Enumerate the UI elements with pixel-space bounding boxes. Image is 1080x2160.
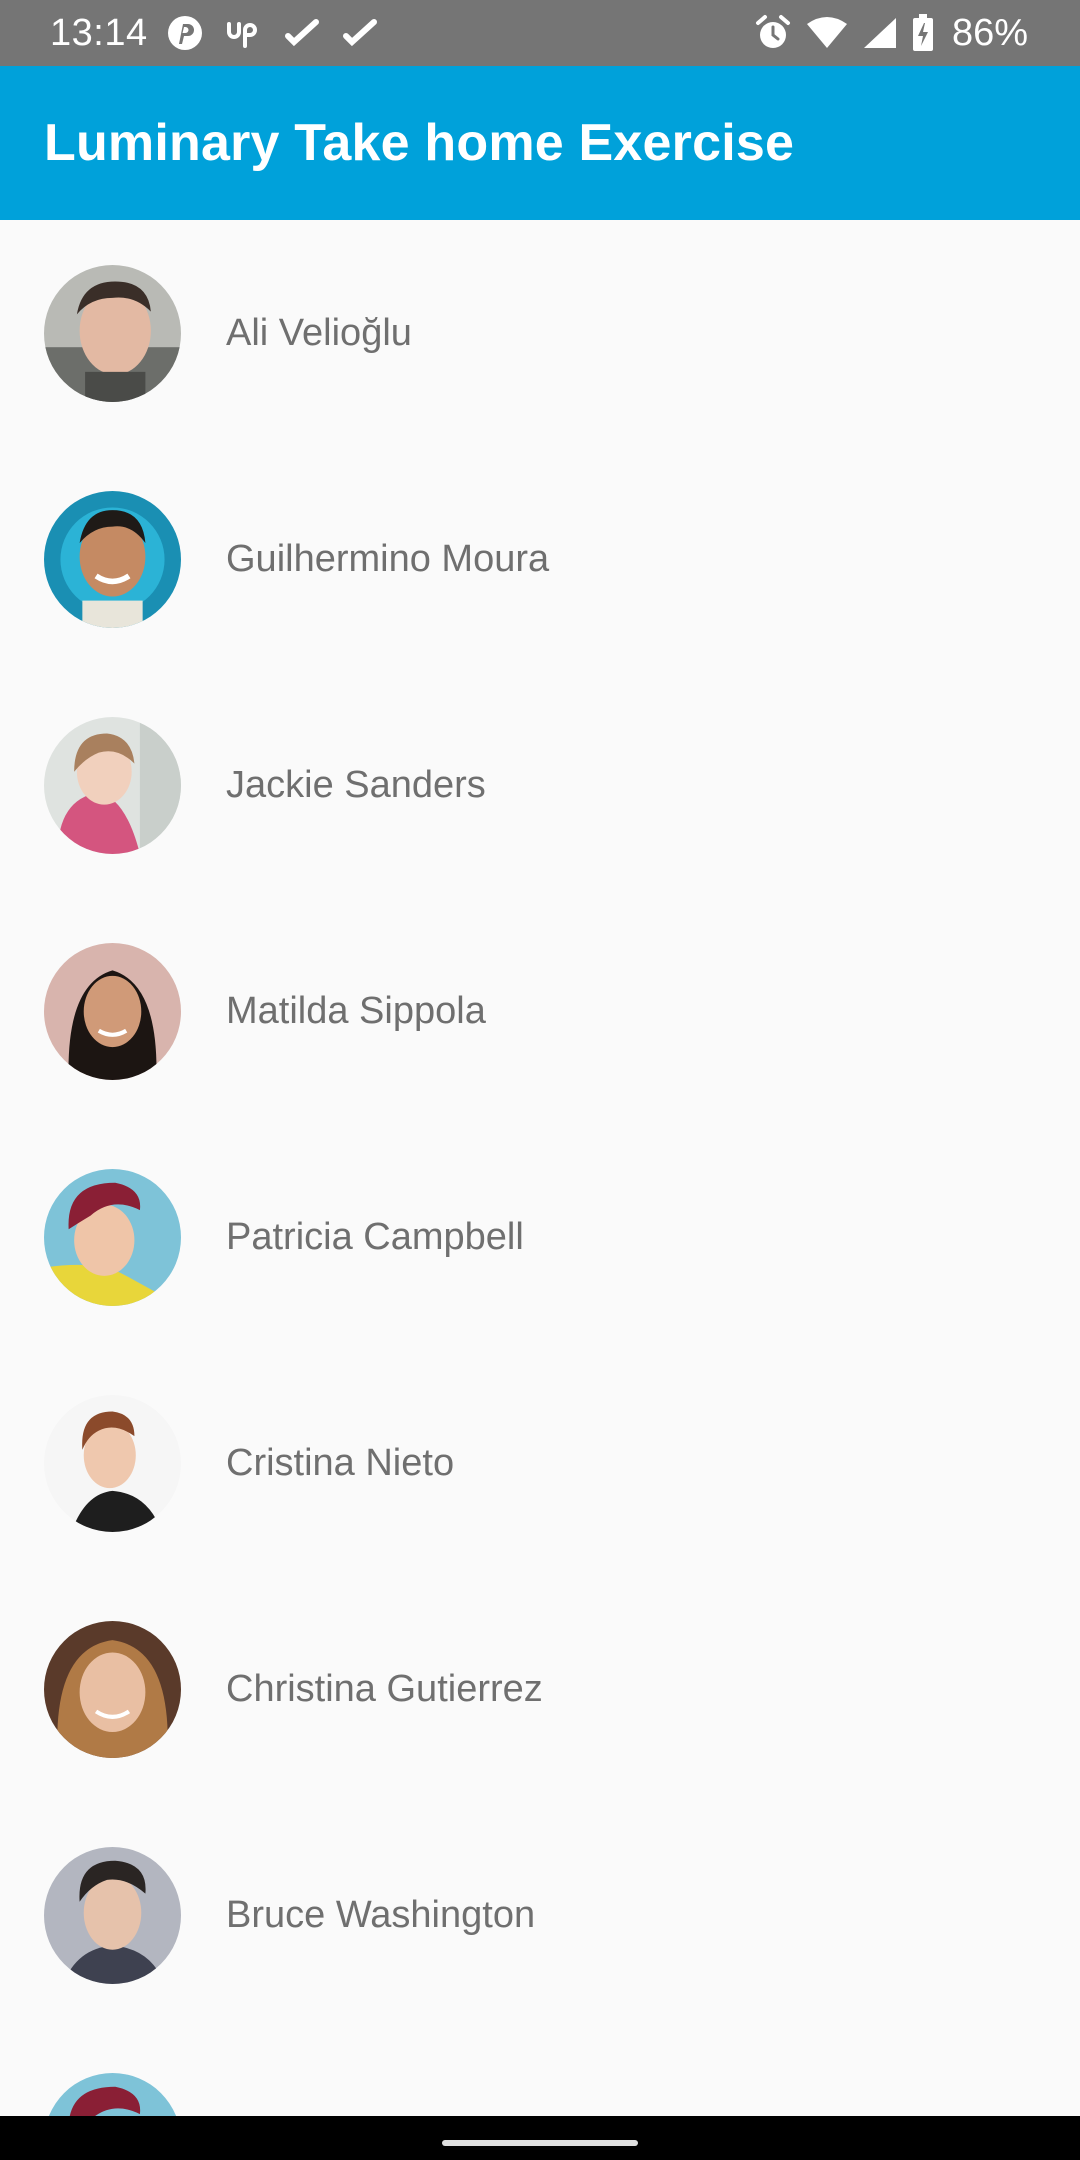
contact-list[interactable]: Ali Velioğlu Guilhermino Moura Jackie Sa… [0, 220, 1080, 2116]
app-screen: 13:14 86% Luminary Take home Exercise Al… [0, 0, 1080, 2160]
status-time: 13:14 [50, 12, 148, 54]
system-icons: 86% [754, 10, 1028, 56]
battery-charging-icon [912, 14, 934, 52]
contact-name: Matilda Sippola [226, 990, 486, 1032]
avatar [44, 943, 181, 1080]
contact-name: Bruce Washington [226, 1894, 536, 1936]
notification-icons [166, 13, 378, 53]
contact-name: Christina Gutierrez [226, 1668, 543, 1710]
contact-name: Ali Velioğlu [226, 312, 412, 354]
home-gesture-handle[interactable] [442, 2140, 638, 2146]
avatar [44, 717, 181, 854]
cellular-signal-icon [862, 16, 898, 50]
list-item[interactable] [0, 2028, 1080, 2116]
avatar [44, 491, 181, 628]
upwork-icon [226, 18, 262, 48]
avatar [44, 1847, 181, 1984]
list-item[interactable]: Guilhermino Moura [0, 446, 1080, 672]
avatar [44, 1169, 181, 1306]
list-item[interactable]: Bruce Washington [0, 1802, 1080, 2028]
avatar [44, 265, 181, 402]
contact-name: Patricia Campbell [226, 1216, 524, 1258]
avatar [44, 2073, 181, 2116]
contact-name: Cristina Nieto [226, 1442, 455, 1484]
list-item[interactable]: Christina Gutierrez [0, 1576, 1080, 1802]
list-item[interactable]: Cristina Nieto [0, 1350, 1080, 1576]
app-title: Luminary Take home Exercise [44, 114, 795, 172]
avatar [44, 1395, 181, 1532]
list-item[interactable]: Jackie Sanders [0, 672, 1080, 898]
check-icon [284, 18, 320, 48]
avatar [44, 1621, 181, 1758]
status-bar: 13:14 86% [0, 0, 1080, 66]
pinterest-icon [166, 14, 204, 52]
contact-name: Jackie Sanders [226, 764, 486, 806]
list-item[interactable]: Patricia Campbell [0, 1124, 1080, 1350]
check-icon [342, 18, 378, 48]
app-bar: Luminary Take home Exercise [0, 66, 1080, 220]
list-item[interactable]: Matilda Sippola [0, 898, 1080, 1124]
battery-percentage: 86% [951, 12, 1028, 54]
alarm-icon [754, 14, 792, 52]
wifi-icon [806, 16, 848, 50]
list-item[interactable]: Ali Velioğlu [0, 220, 1080, 446]
contact-name: Guilhermino Moura [226, 538, 550, 580]
navigation-bar [0, 2116, 1080, 2160]
